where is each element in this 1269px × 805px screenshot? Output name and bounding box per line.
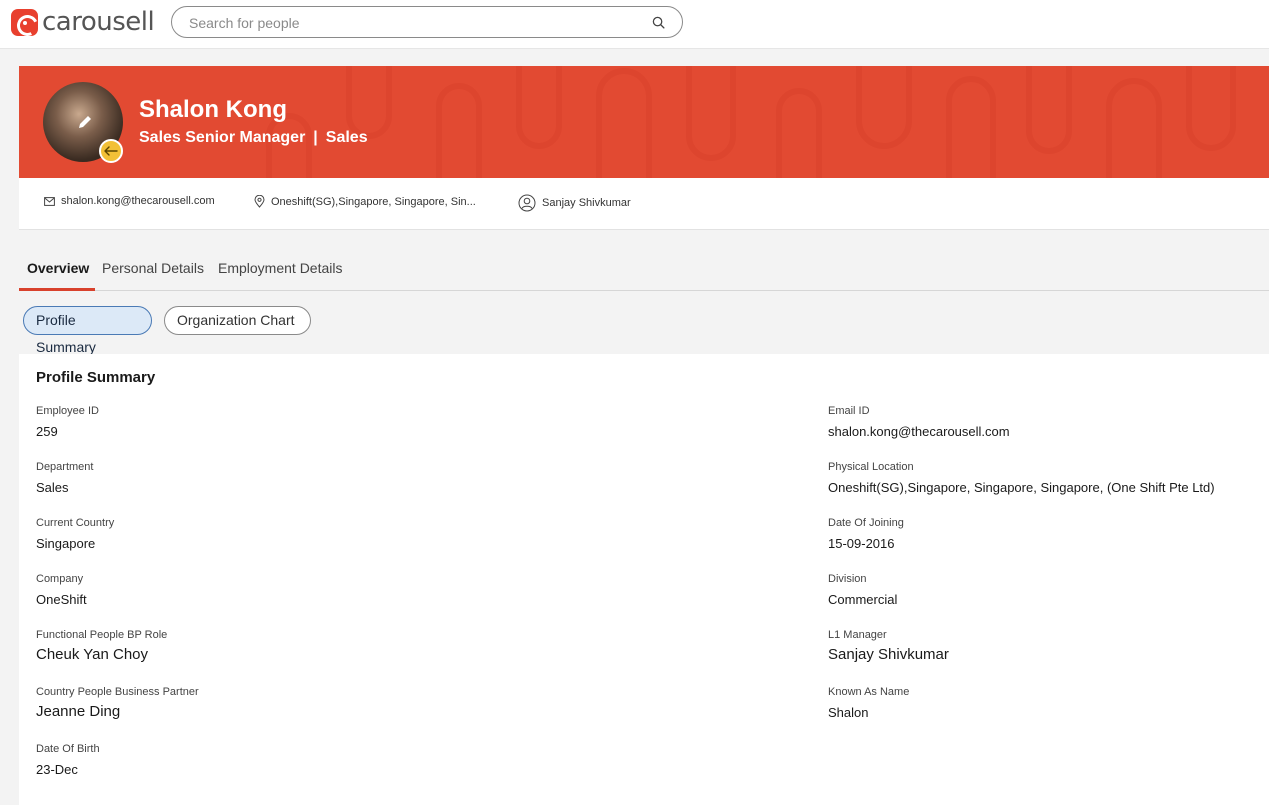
tab-personal-details[interactable]: Personal Details: [102, 260, 204, 276]
field-value: Singapore: [36, 536, 96, 551]
carousell-logo[interactable]: carousell: [11, 7, 155, 37]
search-input[interactable]: [189, 13, 639, 33]
location-pin-icon: [254, 195, 265, 208]
field-label: Known As Name: [828, 686, 910, 698]
field-label: Country People Business Partner: [36, 686, 199, 698]
field-functional-people-bp-role: Functional People BP Role Cheuk Yan Choy: [36, 629, 167, 663]
contact-manager[interactable]: Sanjay Shivkumar: [518, 194, 631, 212]
person-icon: [518, 194, 536, 212]
contact-email[interactable]: shalon.kong@thecarousell.com: [44, 195, 215, 207]
subtab-organization-chart[interactable]: Organization Chart: [164, 306, 311, 335]
field-current-country: Current Country Singapore: [36, 517, 114, 551]
job-title: Sales Senior Manager: [139, 129, 306, 146]
field-country-people-business-partner: Country People Business Partner Jeanne D…: [36, 686, 199, 720]
active-tab-indicator: [19, 288, 95, 291]
logo-text: carousell: [42, 7, 155, 37]
back-arrow-badge[interactable]: [99, 139, 123, 163]
field-email-id: Email ID shalon.kong@thecarousell.com: [828, 405, 1010, 439]
field-value: Jeanne Ding: [36, 703, 121, 720]
field-label: Employee ID: [36, 405, 99, 417]
field-company: Company OneShift: [36, 573, 87, 607]
field-label: Company: [36, 573, 84, 585]
field-value: Sanjay Shivkumar: [828, 646, 949, 663]
department: Sales: [325, 129, 368, 146]
field-date-of-joining: Date Of Joining 15-09-2016: [828, 517, 904, 551]
field-physical-location: Physical Location Oneshift(SG),Singapore…: [828, 461, 1215, 495]
title-separator: |: [313, 129, 318, 146]
profile-name: Shalon Kong: [139, 96, 287, 123]
field-label: Functional People BP Role: [36, 629, 168, 641]
field-employee-id: Employee ID 259: [36, 405, 99, 439]
field-value: Shalon: [828, 705, 869, 720]
profile-banner: Shalon Kong Sales Senior Manager | Sales: [19, 66, 1269, 178]
field-label: Division: [828, 573, 867, 585]
card-title: Profile Summary: [36, 369, 156, 386]
arrow-left-icon: [104, 146, 118, 156]
carousell-logo-icon: [11, 8, 38, 36]
field-value: 23-Dec: [36, 762, 78, 777]
field-date-of-birth: Date Of Birth 23-Dec: [36, 743, 100, 777]
field-label: Date Of Birth: [36, 743, 100, 755]
search-box[interactable]: [171, 6, 683, 38]
field-label: Date Of Joining: [828, 517, 904, 529]
profile-tabs: Overview Personal Details Employment Det…: [19, 250, 1269, 291]
field-value: Oneshift(SG),Singapore, Singapore, Singa…: [828, 480, 1215, 495]
field-value: shalon.kong@thecarousell.com: [828, 424, 1010, 439]
profile-summary-card: Profile Summary Employee ID 259 Departme…: [19, 354, 1269, 805]
field-label: L1 Manager: [828, 629, 887, 641]
subtab-profile-summary[interactable]: Profile Summary: [23, 306, 152, 355]
field-l1-manager: L1 Manager Sanjay Shivkumar: [828, 629, 949, 663]
mail-icon: [44, 196, 55, 206]
field-value: Sales: [36, 480, 69, 495]
field-value: 259: [36, 424, 58, 439]
field-label: Current Country: [36, 517, 115, 529]
field-label: Department: [36, 461, 94, 473]
field-value: OneShift: [36, 592, 87, 607]
search-icon[interactable]: [652, 16, 665, 29]
field-label: Physical Location: [828, 461, 914, 473]
field-label: Email ID: [828, 405, 870, 417]
field-value: 15-09-2016: [828, 536, 895, 551]
top-bar: carousell: [0, 0, 1269, 49]
tab-employment-details[interactable]: Employment Details: [218, 260, 343, 276]
contact-strip: shalon.kong@thecarousell.com Oneshift(SG…: [19, 178, 1269, 230]
field-value: Commercial: [828, 592, 898, 607]
field-department: Department Sales: [36, 461, 93, 495]
field-division: Division Commercial: [828, 573, 897, 607]
contact-location[interactable]: Oneshift(SG),Singapore, Singapore, Sin..…: [254, 195, 476, 208]
manager-text: Sanjay Shivkumar: [542, 197, 631, 209]
profile-title-line: Sales Senior Manager | Sales: [139, 129, 368, 147]
tab-overview[interactable]: Overview: [27, 260, 89, 276]
pencil-icon[interactable]: [76, 113, 94, 131]
location-text: Oneshift(SG),Singapore, Singapore, Sin..…: [271, 195, 476, 208]
field-value: Cheuk Yan Choy: [36, 646, 149, 663]
field-known-as-name: Known As Name Shalon: [828, 686, 909, 720]
email-text: shalon.kong@thecarousell.com: [61, 195, 215, 207]
